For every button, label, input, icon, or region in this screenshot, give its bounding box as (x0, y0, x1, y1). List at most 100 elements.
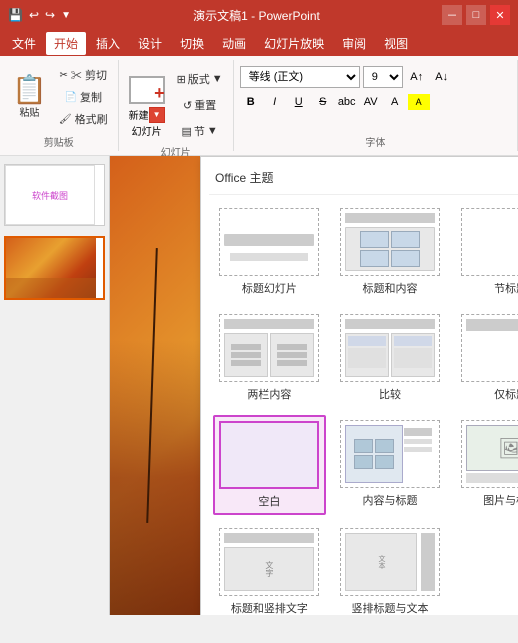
layout-content-caption[interactable]: 内容与标题 (334, 415, 447, 515)
save-icon[interactable]: 💾 (8, 8, 23, 22)
menu-insert[interactable]: 插入 (88, 32, 128, 55)
layout-arrow: ▼ (212, 73, 223, 85)
picture-icon: 🖼 (498, 436, 518, 461)
minimize-btn[interactable]: － (442, 5, 462, 25)
menu-home[interactable]: 开始 (46, 32, 86, 55)
format-label: 格式刷 (75, 111, 108, 127)
slide-panel[interactable]: 1 软件截图 2 (0, 156, 110, 615)
close-btn[interactable]: ✕ (490, 5, 510, 25)
layout-label-picture-caption: 图片与标题 (483, 492, 518, 508)
layout-picture-caption[interactable]: 🖼 图片与标题 (454, 415, 518, 515)
highlight-btn[interactable]: A (408, 94, 430, 110)
layout-title-slide[interactable]: 标题幻灯片 (213, 203, 326, 301)
window-title: 演示文稿1 - PowerPoint (193, 7, 320, 24)
char-spacing-btn[interactable]: AV (360, 91, 382, 113)
slide-thumbnail-1[interactable]: 软件截图 (4, 164, 105, 226)
copy-icon: 📄 (65, 92, 77, 103)
font-name-select[interactable]: 等线 (正文) (240, 66, 360, 88)
layout-blank[interactable]: 空白 (213, 415, 326, 515)
maximize-btn[interactable]: □ (466, 5, 486, 25)
layout-label-title-content: 标题和内容 (362, 280, 417, 296)
section-button[interactable]: ▤ 节 ▼ (173, 120, 227, 142)
dropdown-title: Office 主题 (209, 165, 518, 195)
layout-label-two-content: 两栏内容 (247, 386, 291, 402)
layout-vertical-title[interactable]: 文本 竖排标题与文本 (334, 523, 447, 615)
ribbon-group-clipboard: 📋 粘贴 ✂ ✂ 剪切 📄 复制 🖌 格式刷 剪贴板 (0, 60, 119, 151)
bold-btn[interactable]: B (240, 91, 262, 113)
layout-label-title-vertical: 标题和竖排文字 (231, 600, 308, 615)
layout-label-comparison: 比较 (379, 386, 401, 402)
layout-thumb-title-only (461, 314, 518, 382)
layout-thumb-picture-caption: 🖼 (461, 420, 518, 488)
redo-icon[interactable]: ↪ (45, 8, 55, 22)
format-painter-button[interactable]: 🖌 格式刷 (55, 109, 112, 129)
layout-thumb-comparison (340, 314, 440, 382)
new-slide-bottom: 新建 ▼ (125, 107, 169, 123)
cut-button[interactable]: ✂ ✂ 剪切 (55, 65, 112, 85)
strikethrough-btn[interactable]: S (312, 91, 334, 113)
menu-file[interactable]: 文件 (4, 32, 44, 55)
layout-two-content[interactable]: 两栏内容 (213, 309, 326, 407)
layout-title-vertical[interactable]: 文字 标题和竖排文字 (213, 523, 326, 615)
layout-comparison[interactable]: 比较 (334, 309, 447, 407)
reset-icon: ↺ (183, 99, 192, 112)
font-size-select[interactable]: 9 (363, 66, 403, 88)
menu-view[interactable]: 视图 (376, 32, 416, 55)
new-slide-dropdown[interactable]: ▼ (149, 107, 165, 123)
text-shadow-btn[interactable]: abc (336, 91, 358, 113)
cut-label: ✂ 剪切 (71, 67, 107, 83)
reset-button[interactable]: ↺ 重置 (173, 94, 227, 116)
window-controls: － □ ✕ (442, 5, 510, 25)
slide-1-text: 软件截图 (32, 189, 68, 202)
layout-section[interactable]: 节标题 (454, 203, 518, 301)
layout-thumb-section (461, 208, 518, 276)
new-slide-button[interactable]: + (125, 73, 169, 107)
copy-label: 复制 (80, 89, 102, 105)
ribbon-group-slides: + 新建 ▼ 幻灯片 ⊞ 版式 ▼ ↺ 重置 (119, 60, 234, 151)
layout-label-title-only: 仅标题 (494, 386, 518, 402)
undo-icon[interactable]: ↩ (29, 8, 39, 22)
paste-icon: 📋 (12, 76, 47, 104)
layout-grid: 标题幻灯片 (209, 203, 518, 615)
copy-button[interactable]: 📄 复制 (55, 87, 112, 107)
new-slide-area: + 新建 ▼ 幻灯片 (125, 73, 169, 138)
content-area: Office 主题 标题幻灯片 (110, 156, 518, 615)
layout-label-blank: 空白 (258, 493, 280, 509)
clipboard-label: 剪贴板 (44, 132, 74, 149)
section-icon: ▤ (181, 125, 191, 138)
font-color-btn[interactable]: A (384, 91, 406, 113)
new-slide-icon: + (129, 76, 165, 104)
layout-thumb-title-vertical: 文字 (219, 528, 319, 596)
menu-animation[interactable]: 动画 (214, 32, 254, 55)
underline-btn[interactable]: U (288, 91, 310, 113)
menu-slideshow[interactable]: 幻灯片放映 (256, 32, 332, 55)
menu-transition[interactable]: 切换 (172, 32, 212, 55)
format-painter-icon: 🖌 (59, 114, 72, 125)
new-slide-label2: 幻灯片 (132, 123, 162, 138)
increase-font-btn[interactable]: A↑ (406, 66, 428, 88)
cut-icon: ✂ (60, 70, 68, 81)
layout-thumb-title-content (340, 208, 440, 276)
slide-1-preview: 软件截图 (5, 165, 95, 225)
ribbon-group-font: 等线 (正文) 9 A↑ A↓ B I U S abc AV A A 字体 (234, 60, 518, 151)
layout-dropdown: Office 主题 标题幻灯片 (200, 156, 518, 615)
menu-design[interactable]: 设计 (130, 32, 170, 55)
layout-button[interactable]: ⊞ 版式 ▼ (173, 68, 227, 90)
decrease-font-btn[interactable]: A↓ (431, 66, 453, 88)
layout-icon: ⊞ (177, 73, 186, 86)
italic-btn[interactable]: I (264, 91, 286, 113)
paste-button[interactable]: 📋 粘贴 (6, 62, 53, 132)
reset-label: 重置 (194, 97, 216, 113)
section-label: 节 (194, 123, 205, 139)
slide-thumbnail-2[interactable] (4, 236, 105, 300)
layout-label-vertical-title: 竖排标题与文本 (351, 600, 428, 615)
section-arrow: ▼ (207, 125, 218, 137)
layout-label-section: 节标题 (494, 280, 518, 296)
customize-icon[interactable]: ▼ (61, 10, 71, 21)
layout-title-only[interactable]: 仅标题 (454, 309, 518, 407)
menu-review[interactable]: 审阅 (334, 32, 374, 55)
layout-title-content[interactable]: 标题和内容 (334, 203, 447, 301)
menu-bar: 文件 开始 插入 设计 切换 动画 幻灯片放映 审阅 视图 (0, 30, 518, 56)
layout-thumb-content-caption (340, 420, 440, 488)
layout-thumb-blank (219, 421, 319, 489)
